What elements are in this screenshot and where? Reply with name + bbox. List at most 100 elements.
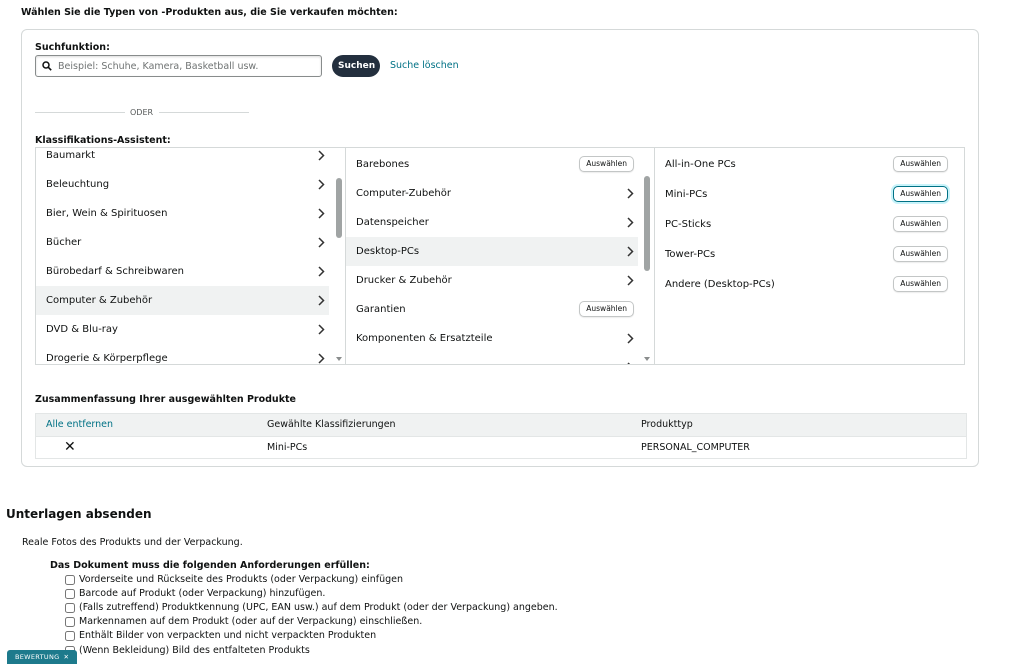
tree-item-label: Barebones: [356, 159, 410, 170]
requirement-item[interactable]: (Falls zutreffend) Produktkennung (UPC, …: [65, 601, 558, 614]
chevron-right-icon: [627, 246, 634, 257]
requirement-text: (Falls zutreffend) Produktkennung (UPC, …: [79, 602, 558, 613]
select-button[interactable]: Auswählen: [893, 186, 948, 202]
remove-all-link[interactable]: Alle entfernen: [46, 419, 113, 430]
column-header-product-type: Produkttyp: [641, 419, 693, 430]
product-type: PERSONAL_COMPUTER: [641, 442, 750, 453]
select-button[interactable]: Auswählen: [893, 246, 948, 262]
select-button[interactable]: Auswählen: [893, 216, 948, 232]
tree-item-label: Bier, Wein & Spirituosen: [46, 208, 168, 219]
column-2-scrollbar[interactable]: [640, 148, 654, 364]
scroll-down-icon[interactable]: [644, 357, 650, 361]
or-label: ODER: [130, 108, 154, 117]
tree-item-desktop-pcs[interactable]: Desktop-PCs: [346, 237, 638, 266]
tree-item-buerobedarf[interactable]: Bürobedarf & Schreibwaren: [36, 257, 329, 286]
tree-item-datenspeicher[interactable]: Datenspeicher: [346, 208, 638, 237]
scrollbar-thumb[interactable]: [336, 178, 342, 238]
summary-table: Alle entfernen Gewählte Klassifizierunge…: [35, 413, 967, 459]
tree-item-buecher[interactable]: Bücher: [36, 228, 329, 257]
tree-item-mini-pcs[interactable]: Mini-PCs Auswählen: [655, 180, 952, 209]
tree-item-tower-pcs[interactable]: Tower-PCs Auswählen: [655, 240, 952, 269]
page-instruction: Wählen Sie die Typen von -Produkten aus,…: [21, 7, 398, 18]
tree-item-computer-zubehoer[interactable]: Computer & Zubehör: [36, 286, 329, 315]
search-input[interactable]: [56, 58, 316, 74]
tree-item-label: Computer & Zubehör: [46, 295, 153, 306]
scrollbar-thumb[interactable]: [644, 176, 650, 271]
column-1-scrollbar[interactable]: [332, 148, 345, 364]
clear-search-link[interactable]: Suche löschen: [390, 60, 459, 71]
tree-item-garantien[interactable]: Garantien Auswählen: [346, 295, 638, 324]
tree-item-label: Komponenten & Ersatzteile: [356, 333, 493, 344]
requirements-title: Das Dokument muss die folgenden Anforder…: [50, 560, 370, 571]
tree-item-dvd-bluray[interactable]: DVD & Blu-ray: [36, 315, 329, 344]
documents-title: Unterlagen absenden: [6, 507, 152, 521]
requirement-checkbox[interactable]: [65, 574, 75, 585]
chevron-right-icon: [627, 362, 631, 364]
tree-item-beleuchtung[interactable]: Beleuchtung: [36, 170, 329, 199]
chevron-right-icon: [318, 324, 325, 335]
documents-description: Reale Fotos des Produkts und der Verpack…: [22, 537, 243, 548]
tree-item-komponenten[interactable]: Komponenten & Ersatzteile: [346, 324, 638, 353]
category-column-3: All-in-One PCs Auswählen Mini-PCs Auswäh…: [655, 148, 964, 364]
category-column-2: Barebones Auswählen Computer-Zubehör Dat…: [346, 148, 655, 364]
requirement-text: Vorderseite und Rückseite des Produkts (…: [79, 574, 403, 585]
tree-item-label: Mini-PCs: [665, 189, 708, 200]
chevron-right-icon: [318, 353, 325, 364]
tree-item-label: Datenspeicher: [356, 217, 429, 228]
requirement-checkbox[interactable]: [65, 602, 75, 613]
tree-item-label: Computer-Zubehör: [356, 188, 451, 199]
tree-item-drogerie[interactable]: Drogerie & Körperpflege: [36, 344, 329, 364]
tree-item-label: Beleuchtung: [46, 179, 110, 190]
chevron-right-icon: [627, 275, 634, 286]
search-box[interactable]: [35, 55, 322, 77]
or-divider-right: [159, 112, 249, 113]
classification-label: Klassifikations-Assistent:: [35, 135, 171, 146]
tree-item-computer-zubehoer-sub[interactable]: Computer-Zubehör: [346, 179, 638, 208]
tree-item-baumarkt[interactable]: Baumarkt: [36, 148, 329, 170]
tree-item-drucker[interactable]: Drucker & Zubehör: [346, 266, 638, 295]
requirement-item[interactable]: Vorderseite und Rückseite des Produkts (…: [65, 573, 403, 586]
select-button[interactable]: Auswählen: [893, 156, 948, 172]
tree-item-andere[interactable]: Andere (Desktop-PCs) Auswählen: [655, 270, 952, 299]
category-column-1: Baumarkt Beleuchtung Bier, Wein & Spirit…: [36, 148, 346, 364]
select-button[interactable]: Auswählen: [893, 276, 948, 292]
chevron-right-icon: [627, 333, 634, 344]
requirement-text: Barcode auf Produkt (oder Verpackung) hi…: [79, 588, 326, 599]
tree-item-bier-wein[interactable]: Bier, Wein & Spirituosen: [36, 199, 329, 228]
chevron-right-icon: [318, 179, 325, 190]
tree-item-all-in-one[interactable]: All-in-One PCs Auswählen: [655, 150, 952, 179]
requirement-item[interactable]: Markennamen auf dem Produkt (oder auf de…: [65, 615, 422, 628]
table-row: ✕ Mini-PCs PERSONAL_COMPUTER: [36, 436, 966, 458]
search-label: Suchfunktion:: [35, 42, 110, 53]
tree-item-label: PC-Sticks: [665, 219, 712, 230]
requirement-checkbox[interactable]: [65, 588, 75, 599]
tree-item-label: Desktop-PCs: [356, 246, 420, 257]
tree-item-label: Drogerie & Körperpflege: [46, 353, 168, 364]
tree-item-label: Andere (Desktop-PCs): [665, 279, 775, 290]
select-button[interactable]: Auswählen: [579, 156, 634, 172]
tree-item-pc-sticks[interactable]: PC-Sticks Auswählen: [655, 210, 952, 239]
classification-tree: Baumarkt Beleuchtung Bier, Wein & Spirit…: [35, 147, 965, 365]
feedback-tab[interactable]: BEWERTUNG ✕: [7, 650, 78, 664]
tree-item-label: Drucker & Zubehör: [356, 275, 452, 286]
tree-item-label: DVD & Blu-ray: [46, 324, 118, 335]
search-icon: [42, 61, 52, 71]
requirement-text: Enthält Bilder von verpackten und nicht …: [79, 630, 377, 641]
requirement-text: Markennamen auf dem Produkt (oder auf de…: [79, 616, 423, 627]
tree-item-label: Baumarkt: [46, 150, 96, 161]
requirement-item[interactable]: Barcode auf Produkt (oder Verpackung) hi…: [65, 587, 325, 600]
select-button[interactable]: Auswählen: [579, 301, 634, 317]
requirement-checkbox[interactable]: [65, 616, 75, 627]
product-type-card: Suchfunktion: Suchen Suche löschen ODER …: [21, 29, 979, 467]
requirement-item[interactable]: (Wenn Bekleidung) Bild des entfalteten P…: [65, 644, 310, 657]
tree-item-barebones[interactable]: Barebones Auswählen: [346, 150, 638, 179]
summary-header-row: Alle entfernen Gewählte Klassifizierunge…: [36, 414, 966, 436]
tree-item-partial[interactable]: [346, 353, 638, 364]
requirement-checkbox[interactable]: [65, 630, 75, 641]
chevron-right-icon: [627, 217, 634, 228]
search-button[interactable]: Suchen: [332, 55, 380, 77]
remove-icon[interactable]: ✕: [64, 439, 76, 455]
requirement-item[interactable]: Enthält Bilder von verpackten und nicht …: [65, 629, 376, 642]
scroll-down-icon[interactable]: [336, 357, 342, 361]
tree-item-label: Bürobedarf & Schreibwaren: [46, 266, 185, 277]
